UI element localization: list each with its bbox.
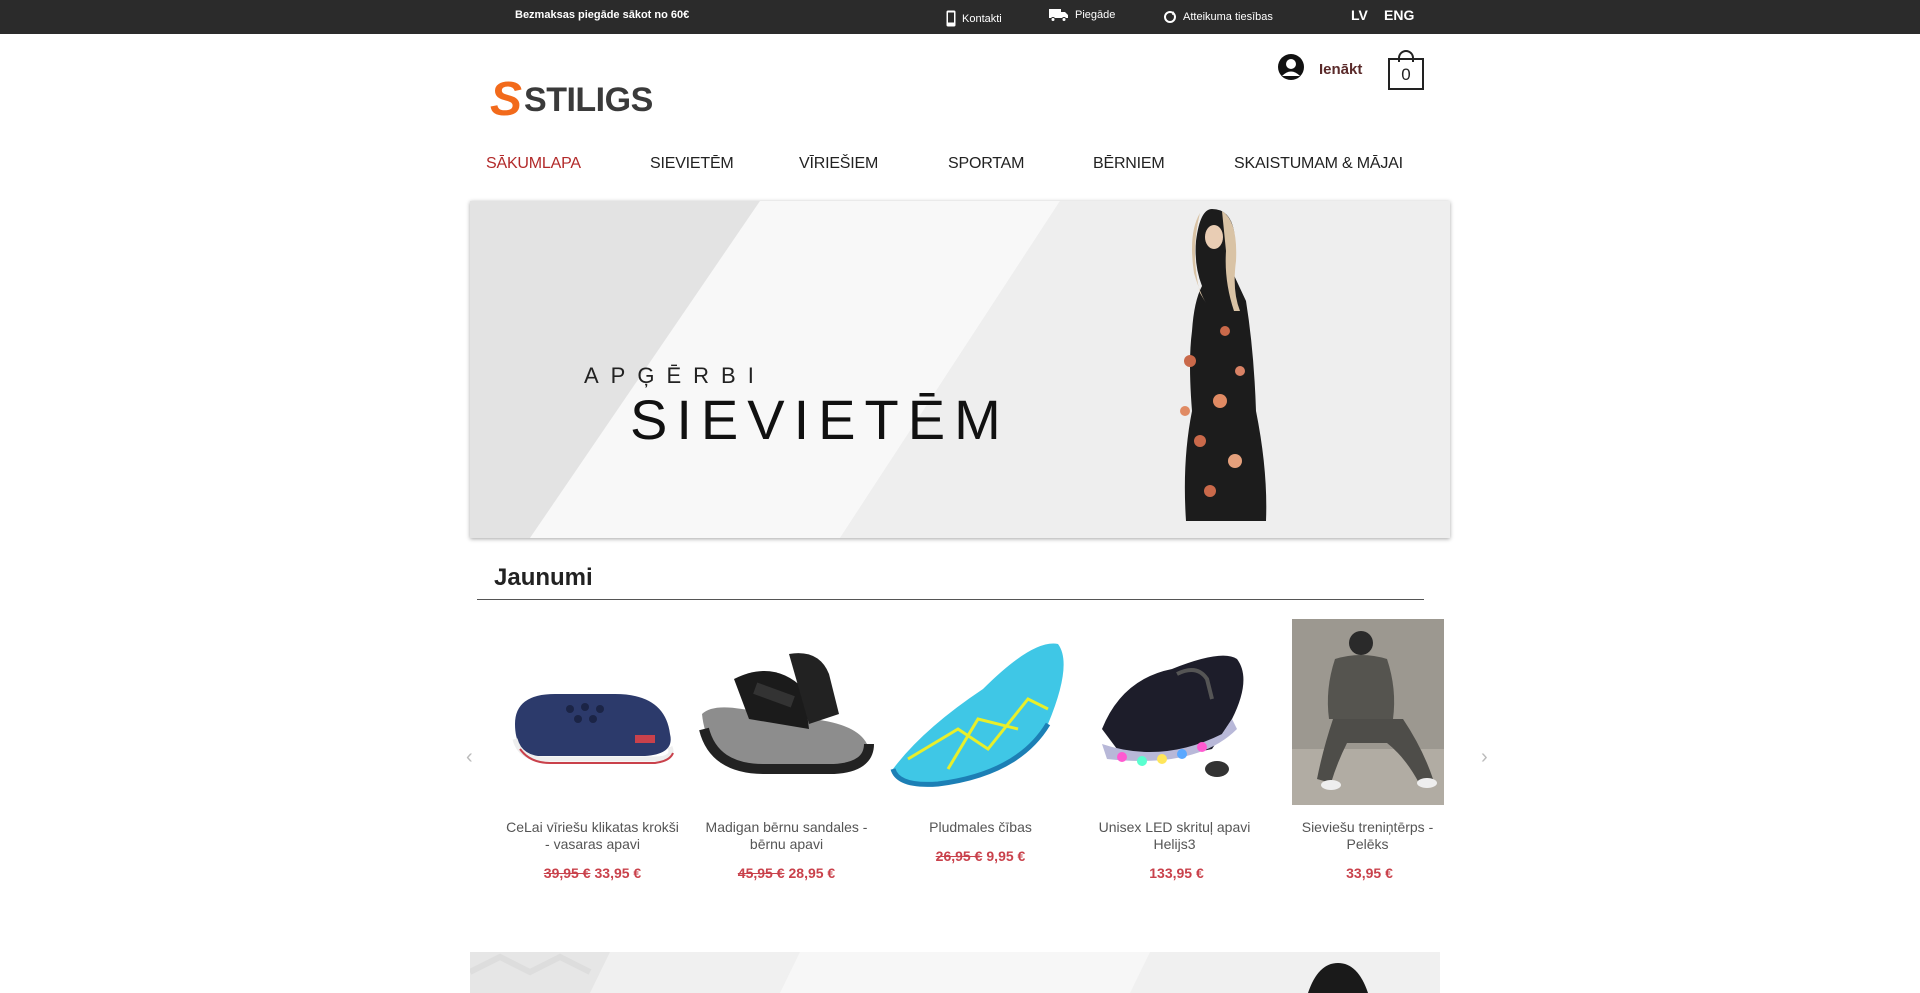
product-image-tracksuit (1275, 619, 1460, 805)
product-sale-price: 9,95 € (986, 848, 1026, 864)
product-image-clogs (500, 619, 685, 805)
logo-wordmark: STILIGS (524, 81, 653, 119)
product-card[interactable]: Madigan bērnu sandales - bērnu apavi 45,… (694, 619, 879, 881)
secondary-banner-image (470, 952, 1440, 993)
product-card[interactable]: Sieviešu treniņtērps - Pelēks 33,95 € (1275, 619, 1460, 881)
hero-subtitle: APĢĒRBI (584, 363, 766, 388)
login-button[interactable]: Ienākt (1277, 53, 1362, 86)
product-price: 33,95 € (1275, 865, 1460, 881)
cart-button[interactable]: 0 (1388, 50, 1424, 90)
hero-banner[interactable]: APĢĒRBI SIEVIETĒM (470, 201, 1450, 538)
carousel-next-arrow-icon[interactable]: › (1481, 746, 1488, 769)
returns-link[interactable]: Atteikuma tiesības (1163, 10, 1273, 24)
product-card[interactable]: Unisex LED skrituļ apavi Helijs3 133,95 … (1082, 619, 1267, 881)
product-price: 133,95 € (1082, 865, 1267, 881)
product-name: Pludmales čības (929, 819, 1032, 835)
shipping-link[interactable]: Piegāde (1049, 8, 1115, 22)
site-logo[interactable]: S STILIGS (490, 76, 653, 124)
returns-link-label: Atteikuma tiesības (1183, 11, 1273, 23)
login-label: Ienākt (1319, 61, 1363, 78)
product-price: 45,95 €28,95 € (694, 865, 879, 881)
product-card[interactable]: CeLai vīriešu klikatas krokši - vasaras … (500, 619, 685, 881)
truck-icon (1049, 8, 1069, 22)
contacts-link[interactable]: Kontakti (946, 10, 1002, 27)
section-divider (477, 599, 1424, 600)
nav-item-sport[interactable]: SPORTAM (948, 155, 1024, 173)
product-name: Sieviešu treniņtērps - Pelēks (1301, 819, 1434, 852)
product-image-sandals (694, 619, 879, 805)
user-avatar-icon (1277, 53, 1305, 86)
product-price: 26,95 €9,95 € (888, 848, 1073, 864)
nav-item-beauty-home[interactable]: SKAISTUMAM & MĀJAI (1234, 155, 1403, 173)
nav-item-men[interactable]: VĪRIEŠIEM (799, 155, 878, 173)
hero-model-image (1180, 209, 1267, 521)
contacts-link-label: Kontakti (962, 12, 1002, 25)
cart-count: 0 (1401, 65, 1411, 84)
free-shipping-promo: Bezmaksas piegāde sākot no 60€ (515, 9, 690, 21)
nav-item-kids[interactable]: BĒRNIEM (1093, 155, 1165, 173)
product-name: Madigan bērnu sandales - bērnu apavi (705, 819, 868, 852)
refresh-icon (1163, 10, 1177, 24)
hero-title: SIEVIETĒM (630, 388, 1010, 451)
nav-item-home[interactable]: SĀKUMLAPA (486, 155, 581, 173)
product-card[interactable]: Pludmales čības 26,95 €9,95 € (888, 619, 1073, 864)
product-image-water-shoes (888, 619, 1073, 805)
product-image-led-sneakers (1082, 619, 1267, 805)
product-name: Unisex LED skrituļ apavi Helijs3 (1098, 819, 1251, 852)
logo-mark: S (490, 73, 523, 126)
product-old-price: 39,95 € (543, 865, 591, 881)
product-old-price: 26,95 € (935, 848, 983, 864)
lang-lv[interactable]: LV (1351, 7, 1368, 23)
product-sale-price: 133,95 € (1149, 865, 1204, 881)
product-sale-price: 33,95 € (594, 865, 642, 881)
section-title-new: Jaunumi (494, 564, 593, 591)
shipping-link-label: Piegāde (1075, 9, 1116, 21)
top-bar: Bezmaksas piegāde sākot no 60€ Kontakti … (0, 0, 1920, 34)
product-sale-price: 28,95 € (788, 865, 836, 881)
carousel-prev-arrow-icon[interactable]: ‹ (466, 746, 473, 769)
nav-item-women[interactable]: SIEVIETĒM (650, 155, 734, 173)
product-sale-price: 33,95 € (1346, 865, 1393, 881)
product-name: CeLai vīriešu klikatas krokši - vasaras … (506, 819, 679, 852)
phone-icon (946, 10, 956, 27)
lang-eng[interactable]: ENG (1384, 7, 1414, 23)
product-old-price: 45,95 € (737, 865, 785, 881)
product-price: 39,95 €33,95 € (500, 865, 685, 881)
secondary-banner[interactable] (470, 952, 1440, 993)
